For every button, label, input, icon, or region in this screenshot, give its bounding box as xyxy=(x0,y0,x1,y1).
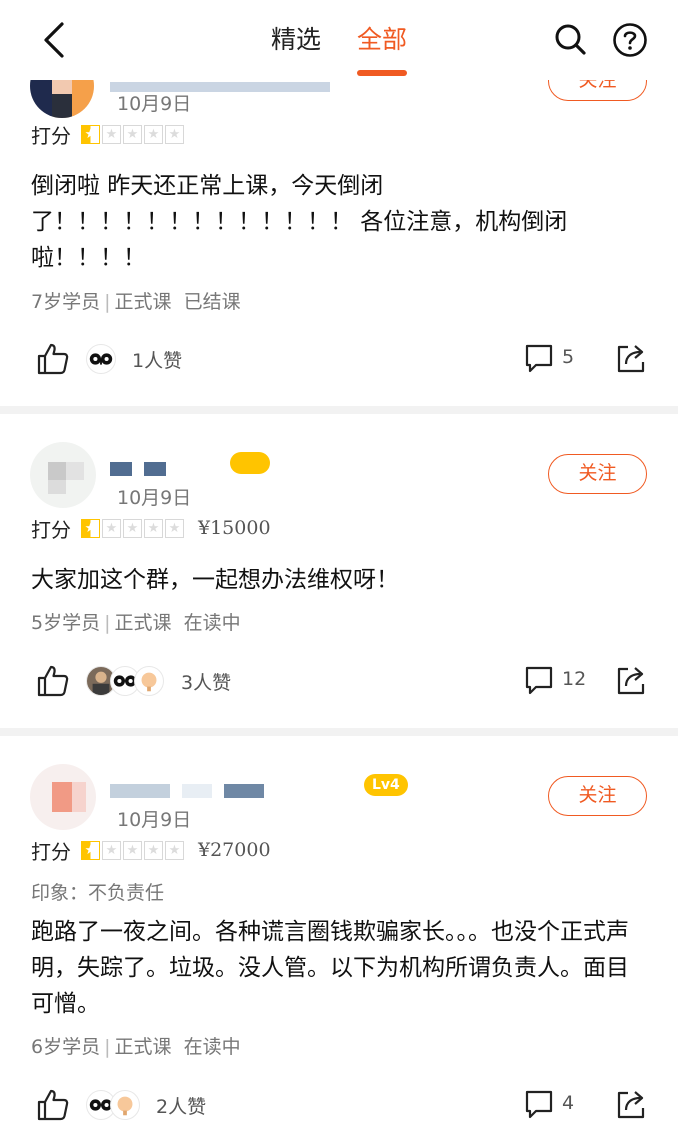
review-text[interactable]: 大家加这个群，一起想办法维权呀！ xyxy=(31,562,651,598)
tab-featured[interactable]: 精选 xyxy=(271,20,321,56)
top-bar: 精选 全部 xyxy=(0,0,678,80)
share-icon[interactable] xyxy=(615,342,647,374)
course-type: 正式课 xyxy=(114,612,172,634)
review-date: 10月9日 xyxy=(117,93,192,115)
star-icon: ★ xyxy=(102,518,121,538)
star-rating: ★ ★ ★ ★ ★ xyxy=(81,518,186,538)
action-bar: 3人赞 12 xyxy=(0,662,678,702)
star-icon: ★ xyxy=(165,124,184,144)
rating-label: 打分 xyxy=(31,123,71,148)
student-age: 7岁学员 xyxy=(31,291,101,313)
star-icon: ★ xyxy=(102,124,121,144)
liker-avatars xyxy=(86,666,164,696)
star-icon: ★ xyxy=(102,840,121,860)
level-badge xyxy=(230,452,270,474)
liker-avatar xyxy=(110,1090,140,1120)
liker-avatar xyxy=(86,344,116,374)
thumbs-up-icon[interactable] xyxy=(36,664,70,698)
share-icon[interactable] xyxy=(615,1088,647,1120)
star-rating: ★ ★ ★ ★ ★ xyxy=(81,840,186,860)
star-icon: ★ xyxy=(81,840,100,860)
like-count: 3人赞 xyxy=(181,672,232,694)
rating-label: 打分 xyxy=(31,517,71,542)
liker-avatars xyxy=(86,344,116,374)
review-date: 10月9日 xyxy=(117,809,192,831)
follow-button[interactable]: 关注 xyxy=(548,454,647,494)
student-meta: 7岁学员 | 正式课 已结课 xyxy=(31,291,241,313)
star-icon: ★ xyxy=(81,518,100,538)
comment-icon[interactable] xyxy=(524,665,554,695)
username-redacted xyxy=(110,458,178,476)
course-price: ¥27000 xyxy=(198,839,271,861)
star-rating: ★ ★ ★ ★ ★ xyxy=(81,124,186,144)
avatar[interactable] xyxy=(30,442,96,508)
student-age: 5岁学员 xyxy=(31,612,101,634)
rating-row: 打分 ★ ★ ★ ★ ★ ¥27000 xyxy=(31,838,271,864)
rating-row: 打分 ★ ★ ★ ★ ★ xyxy=(31,122,186,148)
rating-label: 打分 xyxy=(31,839,71,864)
comment-count: 12 xyxy=(562,668,587,690)
comment-count: 4 xyxy=(562,1092,575,1114)
liker-avatar xyxy=(134,666,164,696)
star-icon: ★ xyxy=(144,124,163,144)
comment-count: 5 xyxy=(562,346,575,368)
star-icon: ★ xyxy=(165,840,184,860)
student-age: 6岁学员 xyxy=(31,1036,101,1058)
star-icon: ★ xyxy=(81,124,100,144)
student-meta: 6岁学员 | 正式课 在读中 xyxy=(31,1036,241,1058)
level-badge: Lv4 xyxy=(364,774,408,796)
share-icon[interactable] xyxy=(615,664,647,696)
star-icon: ★ xyxy=(144,518,163,538)
comment-icon[interactable] xyxy=(524,343,554,373)
review-card: 10月9日 关注 打分 ★ ★ ★ ★ ★ ¥15000 大家加这个群，一起想办… xyxy=(0,414,678,730)
course-status: 在读中 xyxy=(183,612,241,634)
rating-row: 打分 ★ ★ ★ ★ ★ ¥15000 xyxy=(31,516,271,542)
action-bar: 2人赞 4 xyxy=(0,1086,678,1126)
course-type: 正式课 xyxy=(114,1036,172,1058)
search-icon[interactable] xyxy=(553,22,587,56)
review-text[interactable]: 跑路了一夜之间。各种谎言圈钱欺骗家长。。。也没个正式声明，失踪了。垃圾。没人管。… xyxy=(31,914,651,1022)
follow-button[interactable]: 关注 xyxy=(548,776,647,816)
help-icon[interactable] xyxy=(612,22,648,58)
thumbs-up-icon[interactable] xyxy=(36,342,70,376)
star-icon: ★ xyxy=(165,518,184,538)
star-icon: ★ xyxy=(123,840,142,860)
avatar[interactable] xyxy=(30,764,96,830)
tab-all[interactable]: 全部 xyxy=(356,20,407,76)
star-icon: ★ xyxy=(123,124,142,144)
course-price: ¥15000 xyxy=(198,517,271,539)
comment-icon[interactable] xyxy=(524,1089,554,1119)
student-meta: 5岁学员 | 正式课 在读中 xyxy=(31,612,241,634)
review-text[interactable]: 倒闭啦 昨天还正常上课，今天倒闭了！！！！！！！！！！！！！ 各位注意，机构倒闭… xyxy=(31,168,591,276)
thumbs-up-icon[interactable] xyxy=(36,1088,70,1122)
star-icon: ★ xyxy=(144,840,163,860)
course-type: 正式课 xyxy=(114,291,172,313)
action-bar: 1人赞 5 xyxy=(0,340,678,380)
section-divider xyxy=(0,728,678,736)
section-divider xyxy=(0,406,678,414)
like-count: 2人赞 xyxy=(156,1096,207,1118)
review-date: 10月9日 xyxy=(117,487,192,509)
course-status: 已结课 xyxy=(183,291,241,313)
like-count: 1人赞 xyxy=(132,350,183,372)
impression-tag: 印象：不负责任 xyxy=(31,882,165,904)
liker-avatars xyxy=(86,1090,140,1120)
course-status: 在读中 xyxy=(183,1036,241,1058)
review-card: Lv4 10月9日 关注 打分 ★ ★ ★ ★ ★ ¥27000 印象：不负责任… xyxy=(0,736,678,1146)
star-icon: ★ xyxy=(123,518,142,538)
username-redacted xyxy=(110,780,276,798)
